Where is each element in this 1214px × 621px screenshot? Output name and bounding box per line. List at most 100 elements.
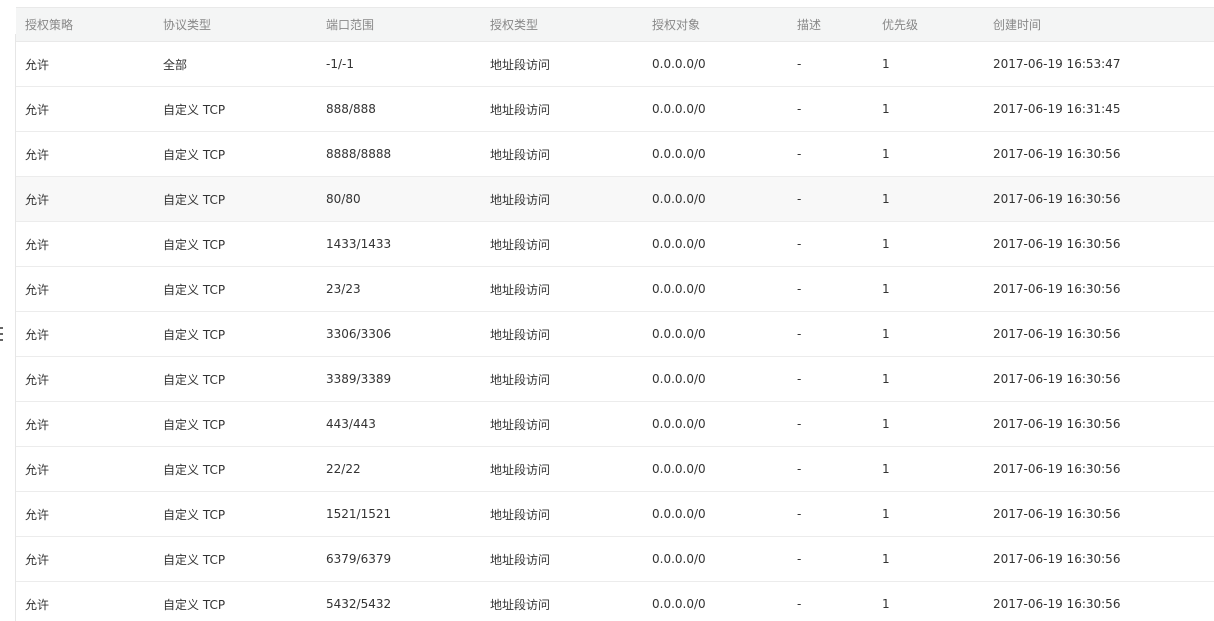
drag-handle-icon[interactable] <box>0 327 3 341</box>
header-priority: 优先级 <box>873 7 984 42</box>
header-description: 描述 <box>788 7 873 42</box>
cell-protocol: 自定义 TCP <box>154 401 317 447</box>
cell-auth-type: 地址段访问 <box>481 536 643 582</box>
cell-created-time: 2017-06-19 16:30:56 <box>984 401 1214 447</box>
cell-policy: 允许 <box>16 536 154 582</box>
cell-priority: 1 <box>873 221 984 267</box>
cell-description: - <box>788 446 873 492</box>
cell-policy: 允许 <box>16 176 154 222</box>
cell-auth-type: 地址段访问 <box>481 356 643 402</box>
cell-auth-object: 0.0.0.0/0 <box>643 86 788 132</box>
cell-auth-object: 0.0.0.0/0 <box>643 311 788 357</box>
cell-port-range: 1433/1433 <box>317 221 481 267</box>
cell-auth-object: 0.0.0.0/0 <box>643 491 788 537</box>
cell-priority: 1 <box>873 401 984 447</box>
cell-description: - <box>788 266 873 312</box>
cell-policy: 允许 <box>16 131 154 177</box>
cell-port-range: 5432/5432 <box>317 581 481 621</box>
cell-description: - <box>788 491 873 537</box>
cell-policy: 允许 <box>16 41 154 87</box>
cell-policy: 允许 <box>16 356 154 402</box>
cell-port-range: -1/-1 <box>317 41 481 87</box>
cell-created-time: 2017-06-19 16:53:47 <box>984 41 1214 87</box>
cell-port-range: 80/80 <box>317 176 481 222</box>
cell-priority: 1 <box>873 536 984 582</box>
cell-created-time: 2017-06-19 16:30:56 <box>984 311 1214 357</box>
cell-priority: 1 <box>873 491 984 537</box>
cell-policy: 允许 <box>16 401 154 447</box>
table-row[interactable]: 允许 自定义 TCP 6379/6379 地址段访问 0.0.0.0/0-1 2017-0… <box>16 536 1214 582</box>
cell-protocol: 自定义 TCP <box>154 131 317 177</box>
cell-protocol: 自定义 TCP <box>154 221 317 267</box>
table-row[interactable]: 允许 自定义 TCP 1433/1433 地址段访问 0.0.0.0/0-1 2017-0… <box>16 221 1214 267</box>
cell-policy: 允许 <box>16 221 154 267</box>
table-row[interactable]: 允许 自定义 TCP 22/22 地址段访问 0.0.0.0/0-1 2017-06-19… <box>16 446 1214 492</box>
cell-priority: 1 <box>873 266 984 312</box>
table-row[interactable]: 允许 全部 -1/-1 地址段访问 0.0.0.0/0-1 2017-06-19 16:5… <box>16 41 1214 87</box>
cell-auth-type: 地址段访问 <box>481 446 643 492</box>
cell-description: - <box>788 131 873 177</box>
table-row[interactable]: 允许 自定义 TCP 3389/3389 地址段访问 0.0.0.0/0-1 2017-0… <box>16 356 1214 402</box>
cell-priority: 1 <box>873 446 984 492</box>
table-row[interactable]: 允许 自定义 TCP 8888/8888 地址段访问 0.0.0.0/0-1 2017-0… <box>16 131 1214 177</box>
cell-auth-object: 0.0.0.0/0 <box>643 536 788 582</box>
table-header-row: 授权策略 协议类型 端口范围 授权类型 授权对象 描述 优先级 创建时间 <box>16 7 1214 42</box>
cell-auth-object: 0.0.0.0/0 <box>643 131 788 177</box>
cell-created-time: 2017-06-19 16:30:56 <box>984 536 1214 582</box>
cell-auth-object: 0.0.0.0/0 <box>643 446 788 492</box>
table-row[interactable]: 允许 自定义 TCP 1521/1521 地址段访问 0.0.0.0/0-1 2017-0… <box>16 491 1214 537</box>
cell-policy: 允许 <box>16 446 154 492</box>
cell-created-time: 2017-06-19 16:30:56 <box>984 491 1214 537</box>
cell-port-range: 3389/3389 <box>317 356 481 402</box>
cell-protocol: 全部 <box>154 41 317 87</box>
cell-port-range: 888/888 <box>317 86 481 132</box>
cell-created-time: 2017-06-19 16:30:56 <box>984 221 1214 267</box>
cell-auth-object: 0.0.0.0/0 <box>643 176 788 222</box>
cell-created-time: 2017-06-19 16:30:56 <box>984 266 1214 312</box>
cell-auth-type: 地址段访问 <box>481 311 643 357</box>
cell-port-range: 443/443 <box>317 401 481 447</box>
cell-description: - <box>788 41 873 87</box>
table-row[interactable]: 允许 自定义 TCP 5432/5432 地址段访问 0.0.0.0/0-1 2017-0… <box>16 581 1214 621</box>
cell-auth-type: 地址段访问 <box>481 401 643 447</box>
cell-created-time: 2017-06-19 16:31:45 <box>984 86 1214 132</box>
cell-port-range: 23/23 <box>317 266 481 312</box>
cell-description: - <box>788 86 873 132</box>
cell-protocol: 自定义 TCP <box>154 491 317 537</box>
cell-description: - <box>788 356 873 402</box>
cell-protocol: 自定义 TCP <box>154 311 317 357</box>
cell-auth-object: 0.0.0.0/0 <box>643 266 788 312</box>
cell-description: - <box>788 536 873 582</box>
cell-created-time: 2017-06-19 16:30:56 <box>984 131 1214 177</box>
cell-auth-object: 0.0.0.0/0 <box>643 401 788 447</box>
cell-policy: 允许 <box>16 491 154 537</box>
header-protocol: 协议类型 <box>154 7 317 42</box>
cell-description: - <box>788 401 873 447</box>
header-policy: 授权策略 <box>16 7 154 42</box>
table-row[interactable]: 允许 自定义 TCP 443/443 地址段访问 0.0.0.0/0-1 2017-06-… <box>16 401 1214 447</box>
cell-auth-type: 地址段访问 <box>481 176 643 222</box>
cell-protocol: 自定义 TCP <box>154 536 317 582</box>
cell-policy: 允许 <box>16 86 154 132</box>
cell-protocol: 自定义 TCP <box>154 446 317 492</box>
table-row[interactable]: 允许 自定义 TCP 3306/3306 地址段访问 0.0.0.0/0-1 2017-0… <box>16 311 1214 357</box>
cell-auth-object: 0.0.0.0/0 <box>643 581 788 621</box>
cell-description: - <box>788 581 873 621</box>
cell-priority: 1 <box>873 86 984 132</box>
table-row[interactable]: 允许 自定义 TCP 23/23 地址段访问 0.0.0.0/0-1 2017-06-19… <box>16 266 1214 312</box>
cell-priority: 1 <box>873 131 984 177</box>
cell-priority: 1 <box>873 356 984 402</box>
cell-protocol: 自定义 TCP <box>154 176 317 222</box>
cell-port-range: 1521/1521 <box>317 491 481 537</box>
cell-port-range: 8888/8888 <box>317 131 481 177</box>
cell-port-range: 6379/6379 <box>317 536 481 582</box>
cell-auth-type: 地址段访问 <box>481 221 643 267</box>
cell-priority: 1 <box>873 176 984 222</box>
cell-policy: 允许 <box>16 581 154 621</box>
header-created-time: 创建时间 <box>984 7 1214 42</box>
header-port-range: 端口范围 <box>317 7 481 42</box>
cell-auth-type: 地址段访问 <box>481 266 643 312</box>
cell-created-time: 2017-06-19 16:30:56 <box>984 176 1214 222</box>
table-row[interactable]: 允许 自定义 TCP 888/888 地址段访问 0.0.0.0/0-1 2017-06-… <box>16 86 1214 132</box>
table-row[interactable]: 允许 自定义 TCP 80/80 地址段访问 0.0.0.0/0-1 2017-06-19… <box>16 176 1214 222</box>
